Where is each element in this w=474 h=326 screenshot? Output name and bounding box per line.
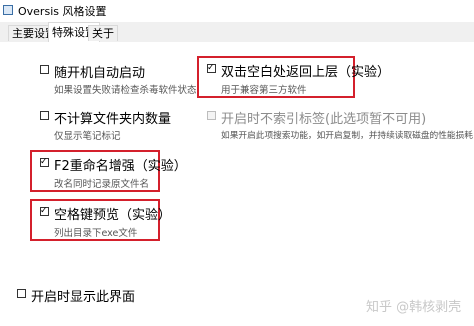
space-preview-desc: 列出目录下exe文件 <box>54 228 138 239</box>
no-count-checkbox[interactable] <box>40 111 49 120</box>
f2-rename-checkbox[interactable] <box>40 158 49 167</box>
tab-bar: 主要设置 特殊设置 关于 <box>0 22 474 43</box>
f2-rename-label: F2重命名增强（实验） <box>54 159 187 174</box>
window-title: Oversis 风格设置 <box>18 5 107 18</box>
f2-rename-desc: 改名同时记录原文件名 <box>54 179 150 190</box>
no-index-tags-desc: 如果开启此项搜索功能，如开启复制，并持续读取磁盘的性能损耗 <box>221 131 473 141</box>
auto-start-label: 随开机自动启动 <box>54 66 146 81</box>
tab-about[interactable]: 关于 <box>88 25 118 41</box>
show-on-start-checkbox[interactable] <box>17 289 26 298</box>
space-preview-label: 空格键预览（实验） <box>54 208 172 223</box>
no-count-desc: 仅显示笔记标记 <box>54 131 121 142</box>
no-index-tags-checkbox[interactable] <box>207 111 216 120</box>
space-preview-checkbox[interactable] <box>40 207 49 216</box>
dbl-click-up-label: 双击空白处返回上层（实验） <box>221 65 391 80</box>
dbl-click-up-desc: 用于兼容第三方软件 <box>221 85 307 96</box>
auto-start-checkbox[interactable] <box>40 65 49 74</box>
auto-start-desc: 如果设置失败请检查杀毒软件状态 <box>54 85 197 96</box>
show-on-start-label: 开启时显示此界面 <box>31 290 136 305</box>
no-index-tags-label: 开启时不索引标签(此选项暂不可用) <box>221 112 427 127</box>
watermark-text: 知乎 @韩核剥壳 <box>366 300 462 315</box>
app-icon <box>3 5 13 15</box>
no-count-label: 不计算文件夹内数量 <box>54 112 172 127</box>
title-bar: Oversis 风格设置 <box>0 0 474 22</box>
dbl-click-up-checkbox[interactable] <box>207 64 216 73</box>
